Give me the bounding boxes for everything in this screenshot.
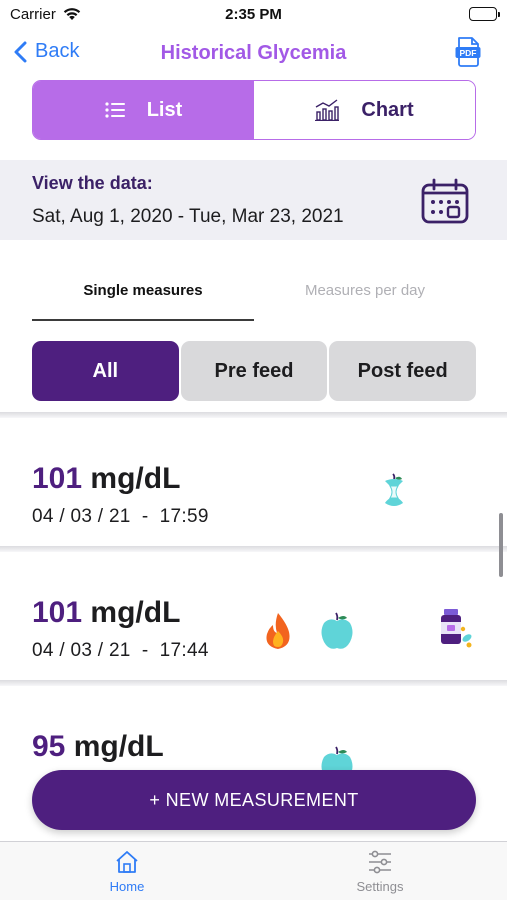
glycemia-value: 95 mg/dL [32, 730, 164, 764]
tab-home-label: Home [109, 879, 145, 894]
date-range-value[interactable]: Sat, Aug 1, 2020 - Tue, Mar 23, 2021 [32, 206, 344, 228]
filter-all-button[interactable]: All [32, 341, 179, 401]
list-view-button[interactable]: List [33, 81, 254, 139]
glycemia-number: 101 [32, 462, 83, 495]
chart-view-button[interactable]: Chart [254, 81, 475, 139]
glycemia-unit: mg/dL [73, 730, 164, 763]
measurement-time: 17:44 [159, 640, 209, 661]
tab-settings[interactable]: Settings [320, 850, 440, 894]
date-range-panel: View the data: Sat, Aug 1, 2020 - Tue, M… [0, 160, 507, 240]
navigation-bar: Back Historical Glycemia PDF [0, 30, 507, 76]
clock: 2:35 PM [225, 6, 282, 23]
measure-type-tabs: Single measures Measures per day [32, 270, 476, 322]
calendar-icon[interactable] [421, 178, 469, 229]
measurement-date: 04 / 03 / 21 [32, 640, 131, 661]
list-item[interactable]: 101 mg/dL 04 / 03 / 21 - 17:59 [0, 418, 507, 546]
glycemia-value: 101 mg/dL [32, 462, 180, 496]
chart-label: Chart [361, 98, 414, 121]
apple-core-icon [380, 472, 408, 517]
flame-icon [262, 612, 294, 655]
page-title: Historical Glycemia [160, 42, 347, 64]
glycemia-unit: mg/dL [90, 596, 181, 629]
tab-settings-label: Settings [356, 879, 404, 894]
sliders-icon [369, 850, 391, 874]
pdf-label: PDF [460, 48, 477, 58]
active-tab-indicator [32, 319, 254, 321]
glycemia-unit: mg/dL [90, 462, 181, 495]
apple-icon [320, 610, 354, 657]
tab-home[interactable]: Home [67, 850, 187, 894]
scrollbar[interactable] [499, 513, 503, 577]
filter-pre-feed-button[interactable]: Pre feed [180, 341, 328, 401]
measurement-timestamp: 04 / 03 / 21 - 17:59 [32, 506, 209, 527]
glycemia-number: 95 [32, 730, 66, 763]
filter-post-feed-button[interactable]: Post feed [329, 341, 477, 401]
medication-icon [438, 608, 474, 653]
chart-icon [315, 99, 340, 121]
date-range-label: View the data: [32, 173, 153, 193]
home-icon [116, 851, 138, 873]
status-bar: Carrier 2:35 PM [0, 0, 507, 30]
tab-bar: Home Settings [0, 841, 507, 900]
list-icon [105, 102, 125, 118]
pdf-export-icon[interactable]: PDF [455, 37, 481, 67]
feed-filter: All Pre feed Post feed [32, 341, 477, 401]
measurement-date: 04 / 03 / 21 [32, 506, 131, 527]
measurement-timestamp: 04 / 03 / 21 - 17:44 [32, 640, 209, 661]
tab-measures-per-day[interactable]: Measures per day [254, 282, 476, 299]
glycemia-number: 101 [32, 596, 83, 629]
glycemia-value: 101 mg/dL [32, 596, 180, 630]
list-label: List [146, 98, 183, 121]
measurement-time: 17:59 [159, 506, 209, 527]
view-toggle: List Chart [32, 80, 476, 140]
new-measurement-button[interactable]: + NEW MEASUREMENT [32, 770, 476, 830]
battery-icon [469, 7, 500, 21]
tab-single-measures[interactable]: Single measures [32, 282, 254, 299]
list-item[interactable]: 101 mg/dL 04 / 03 / 21 - 17:44 [0, 552, 507, 680]
